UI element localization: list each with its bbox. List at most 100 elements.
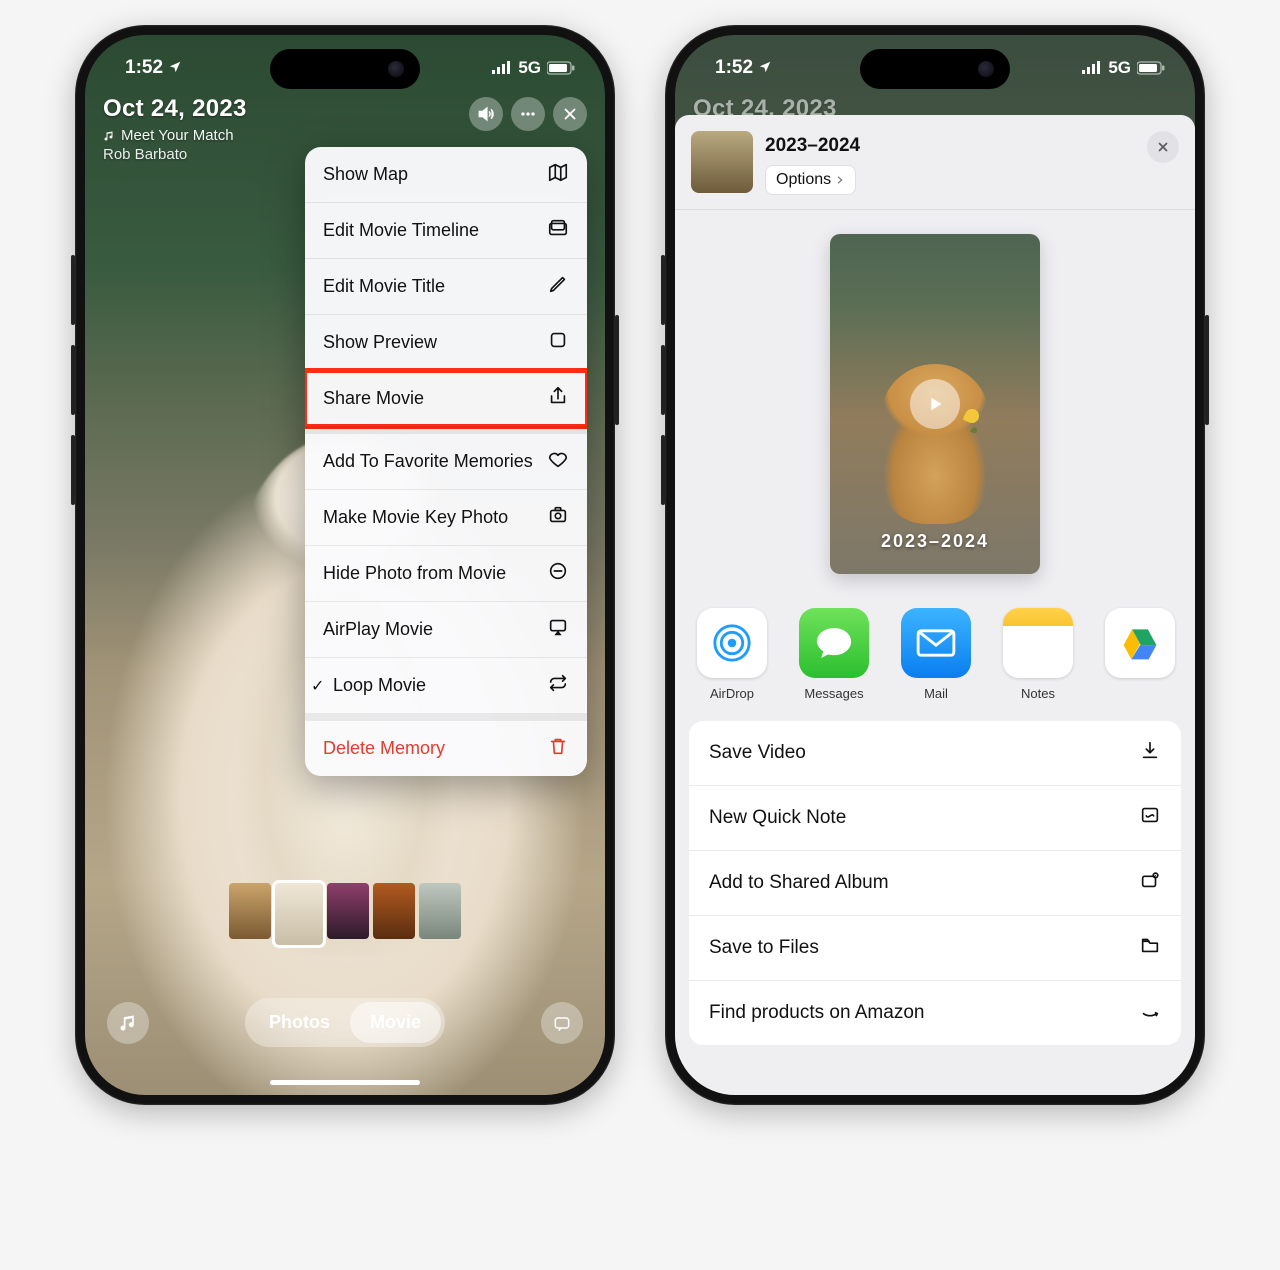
- sharedalbum-icon: [1139, 869, 1161, 897]
- menu-item-edit-movie-title[interactable]: Edit Movie Title: [305, 258, 587, 314]
- chevron-right-icon: [835, 174, 845, 186]
- speaker-icon: [476, 104, 496, 124]
- menu-item-make-movie-key-photo[interactable]: Make Movie Key Photo: [305, 489, 587, 545]
- action-find-products-on-amazon[interactable]: Find products on Amazon: [689, 980, 1181, 1045]
- menu-label: Edit Movie Title: [323, 275, 535, 298]
- dynamic-island: [270, 49, 420, 89]
- trash-icon: [547, 735, 569, 762]
- screen-share-sheet: 1:52 5G Oct 24, 2023 2023–2024 Options: [675, 35, 1195, 1095]
- menu-label: Add To Favorite Memories: [323, 450, 535, 473]
- app-label: Mail: [924, 686, 948, 701]
- menu-label: Delete Memory: [323, 737, 535, 760]
- dynamic-island: [860, 49, 1010, 89]
- share-app-row: AirDrop Messages Mail Notes: [675, 594, 1195, 707]
- menu-item-share-movie[interactable]: Share Movie: [305, 370, 587, 426]
- timeline-icon: [547, 217, 569, 244]
- menu-label: Share Movie: [323, 387, 535, 410]
- close-icon: [561, 105, 579, 123]
- share-header: 2023–2024 Options: [675, 115, 1195, 210]
- menu-item-delete-memory[interactable]: Delete Memory: [305, 713, 587, 776]
- action-save-video[interactable]: Save Video: [689, 721, 1181, 785]
- heart-icon: [547, 448, 569, 475]
- play-icon: [924, 393, 946, 415]
- menu-item-edit-movie-timeline[interactable]: Edit Movie Timeline: [305, 202, 587, 258]
- song-title: Meet Your Match: [121, 127, 234, 144]
- status-time: 1:52: [715, 57, 772, 79]
- music-button[interactable]: [107, 1002, 149, 1044]
- action-label: Save to Files: [709, 937, 819, 959]
- app-icon: [1003, 608, 1073, 678]
- close-icon: [1156, 140, 1170, 154]
- location-icon: [758, 60, 772, 74]
- caption-button[interactable]: [541, 1002, 583, 1044]
- app-icon: [799, 608, 869, 678]
- thumb-2-selected[interactable]: [275, 883, 323, 945]
- play-button[interactable]: [910, 379, 960, 429]
- more-button[interactable]: [511, 97, 545, 131]
- menu-label: Show Preview: [323, 331, 535, 354]
- close-sheet-button[interactable]: [1147, 131, 1179, 163]
- close-button[interactable]: [553, 97, 587, 131]
- view-toggle[interactable]: Photos Movie: [245, 998, 445, 1047]
- share-preview: 2023–2024: [675, 210, 1195, 594]
- share-icon: [547, 385, 569, 412]
- tab-movie[interactable]: Movie: [350, 1002, 441, 1043]
- status-time: 1:52: [125, 57, 182, 79]
- menu-item-hide-photo-from-movie[interactable]: Hide Photo from Movie: [305, 545, 587, 601]
- options-button[interactable]: Options: [765, 165, 856, 195]
- share-title-block: 2023–2024 Options: [765, 131, 860, 195]
- airplay-icon: [547, 616, 569, 643]
- menu-item-add-to-favorite-memories[interactable]: Add To Favorite Memories: [305, 426, 587, 489]
- menu-label: Make Movie Key Photo: [323, 506, 535, 529]
- folder-icon: [1139, 934, 1161, 962]
- tab-photos[interactable]: Photos: [249, 1002, 350, 1043]
- app-label: AirDrop: [710, 686, 754, 701]
- share-title: 2023–2024: [765, 135, 860, 157]
- menu-item-show-map[interactable]: Show Map: [305, 147, 587, 202]
- menu-label: Loop Movie: [333, 674, 535, 697]
- action-new-quick-note[interactable]: New Quick Note: [689, 785, 1181, 850]
- action-save-to-files[interactable]: Save to Files: [689, 915, 1181, 980]
- share-app-messages[interactable]: Messages: [799, 608, 869, 701]
- share-app-notes[interactable]: Notes: [1003, 608, 1073, 701]
- options-label: Options: [776, 171, 831, 189]
- app-icon: [901, 608, 971, 678]
- app-label: Messages: [804, 686, 863, 701]
- top-actions: [469, 97, 587, 131]
- cellular-icon: [492, 61, 512, 75]
- phone-share-sheet: 1:52 5G Oct 24, 2023 2023–2024 Options: [665, 25, 1205, 1105]
- phone-memories: 1:52 5G Oct 24, 2023 Meet Your Match Rob…: [75, 25, 615, 1105]
- share-sheet: 2023–2024 Options 2023–2024: [675, 115, 1195, 1095]
- action-label: New Quick Note: [709, 807, 846, 829]
- thumb-1[interactable]: [229, 883, 271, 939]
- menu-label: Edit Movie Timeline: [323, 219, 535, 242]
- menu-item-show-preview[interactable]: Show Preview: [305, 314, 587, 370]
- preview-card[interactable]: 2023–2024: [830, 234, 1040, 574]
- status-network: 5G: [1108, 58, 1131, 78]
- action-add-to-shared-album[interactable]: Add to Shared Album: [689, 850, 1181, 915]
- caption-icon: [552, 1013, 572, 1033]
- action-label: Add to Shared Album: [709, 872, 889, 894]
- menu-item-airplay-movie[interactable]: AirPlay Movie: [305, 601, 587, 657]
- thumb-4[interactable]: [373, 883, 415, 939]
- bottom-bar: Photos Movie: [85, 998, 605, 1047]
- share-actions-list: Save Video New Quick Note Add to Shared Al…: [689, 721, 1181, 1045]
- mute-button[interactable]: [469, 97, 503, 131]
- menu-item-loop-movie[interactable]: ✓Loop Movie: [305, 657, 587, 713]
- share-app-more[interactable]: [1105, 608, 1175, 686]
- home-indicator[interactable]: [270, 1080, 420, 1085]
- thumb-5[interactable]: [419, 883, 461, 939]
- status-right: 5G: [1082, 58, 1165, 78]
- memory-thumbnails[interactable]: [229, 883, 461, 945]
- action-label: Save Video: [709, 742, 806, 764]
- share-app-mail[interactable]: Mail: [901, 608, 971, 701]
- minuscircle-icon: [547, 560, 569, 587]
- status-network: 5G: [518, 58, 541, 78]
- amazon-icon: [1139, 999, 1161, 1027]
- context-menu: Show Map Edit Movie Timeline Edit Movie Ti…: [305, 147, 587, 776]
- menu-label: AirPlay Movie: [323, 618, 535, 641]
- thumb-3[interactable]: [327, 883, 369, 939]
- share-app-airdrop[interactable]: AirDrop: [697, 608, 767, 701]
- music-note-icon: [103, 130, 115, 142]
- app-icon: [697, 608, 767, 678]
